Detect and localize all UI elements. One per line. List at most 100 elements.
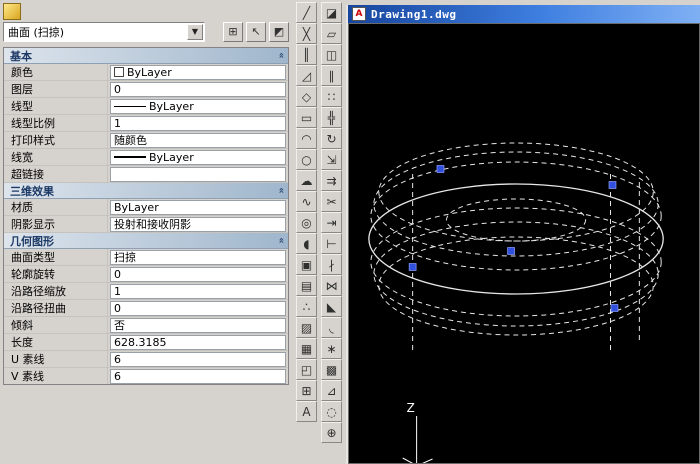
grip-point[interactable] [508, 248, 515, 255]
join-icon[interactable]: ⋈ [321, 275, 342, 296]
make-block-icon[interactable]: ▤ [296, 275, 317, 296]
ucs-icon[interactable]: ⊿ [321, 380, 342, 401]
property-value-text: 0 [114, 83, 121, 96]
chamfer-icon[interactable]: ◣ [321, 296, 342, 317]
torus-wireframe-ellipse [374, 152, 658, 256]
rectangle-icon[interactable]: ▭ [296, 107, 317, 128]
object-type-dropdown[interactable]: 曲面 (扫掠) ▼ [3, 22, 205, 42]
gradient-icon[interactable]: ▦ [296, 338, 317, 359]
property-row: 材质ByLayer [4, 199, 288, 216]
quickcalc-icon[interactable]: ▩ [321, 359, 342, 380]
break-icon[interactable]: ∤ [321, 254, 342, 275]
pan-icon[interactable]: ⊕ [321, 422, 342, 443]
application-window: 曲面 (扫掠) ▼ ⊞↖◩ 基本«颜色ByLayer图层0线型ByLayer线型… [0, 0, 700, 464]
collapse-chevron-icon[interactable]: « [275, 237, 286, 243]
line-icon[interactable]: ╱ [296, 2, 317, 23]
toggle-pickadd-button[interactable]: ⊞ [223, 22, 243, 42]
array-icon[interactable]: ∷ [321, 86, 342, 107]
move-icon[interactable]: ╬ [321, 107, 342, 128]
mtext-icon[interactable]: A [296, 401, 317, 422]
ellipse-icon[interactable]: ◎ [296, 212, 317, 233]
property-value[interactable]: 随颜色 [110, 133, 286, 148]
collapse-chevron-icon[interactable]: « [275, 187, 286, 193]
construction-line-icon[interactable]: ╳ [296, 23, 317, 44]
ellipse-arc-icon[interactable]: ◖ [296, 233, 317, 254]
property-row: 曲面类型扫掠 [4, 249, 288, 266]
collapse-chevron-icon[interactable]: « [275, 52, 286, 58]
property-value[interactable]: 628.3185 [110, 335, 286, 350]
linetype-sample [114, 106, 146, 107]
property-value[interactable]: 1 [110, 116, 286, 131]
insert-block-icon[interactable]: ▣ [296, 254, 317, 275]
select-objects-button[interactable]: ↖ [246, 22, 266, 42]
zoom-icon[interactable]: ◌ [321, 401, 342, 422]
region-icon[interactable]: ◰ [296, 359, 317, 380]
property-value-text: 随颜色 [114, 133, 147, 148]
property-row: 倾斜否 [4, 317, 288, 334]
chevron-down-icon[interactable]: ▼ [187, 24, 203, 40]
property-label: 轮廓旋转 [4, 266, 108, 282]
arc-icon[interactable]: ◠ [296, 128, 317, 149]
mirror-icon[interactable]: ◫ [321, 44, 342, 65]
toolbar-draw: ╱╳║◿◇▭◠○☁∿◎◖▣▤∴▨▦◰⊞A [296, 2, 319, 422]
property-label: V 素线 [4, 368, 108, 384]
table-icon[interactable]: ⊞ [296, 380, 317, 401]
quick-select-button[interactable]: ◩ [269, 22, 289, 42]
property-value[interactable]: 扫掠 [110, 250, 286, 265]
property-value-text: 扫掠 [114, 250, 136, 265]
circle-icon[interactable]: ○ [296, 149, 317, 170]
copy-icon[interactable]: ▱ [321, 23, 342, 44]
erase-icon[interactable]: ◪ [321, 2, 342, 23]
grip-point[interactable] [611, 305, 618, 312]
scale-icon[interactable]: ⇲ [321, 149, 342, 170]
property-label: 阴影显示 [4, 216, 108, 232]
property-value[interactable]: ByLayer [110, 65, 286, 80]
stretch-icon[interactable]: ⇉ [321, 170, 342, 191]
property-row: 轮廓旋转0 [4, 266, 288, 283]
property-label: 材质 [4, 199, 108, 215]
drawing-canvas[interactable]: Z [348, 23, 700, 464]
spline-icon[interactable]: ∿ [296, 191, 317, 212]
property-value[interactable]: 1 [110, 284, 286, 299]
point-icon[interactable]: ∴ [296, 296, 317, 317]
app-icon[interactable] [3, 3, 21, 20]
offset-icon[interactable]: ∥ [321, 65, 342, 86]
break-at-point-icon[interactable]: ⊢ [321, 233, 342, 254]
property-value-text: ByLayer [149, 151, 194, 164]
explode-icon[interactable]: ∗ [321, 338, 342, 359]
property-value[interactable]: 投射和接收阴影 [110, 217, 286, 232]
property-row: 超链接 [4, 166, 288, 183]
property-value[interactable]: 6 [110, 369, 286, 384]
property-value[interactable]: 6 [110, 352, 286, 367]
property-row: 线型ByLayer [4, 98, 288, 115]
section-header[interactable]: 三维效果« [4, 183, 288, 199]
property-value[interactable]: 否 [110, 318, 286, 333]
property-value[interactable]: 0 [110, 267, 286, 282]
revision-cloud-icon[interactable]: ☁ [296, 170, 317, 191]
property-value[interactable] [110, 167, 286, 182]
linetype-sample [114, 156, 146, 158]
drawing-titlebar[interactable]: A Drawing1.dwg [348, 5, 700, 23]
polygon-icon[interactable]: ◇ [296, 86, 317, 107]
property-value[interactable]: ByLayer [110, 99, 286, 114]
property-value-text: ByLayer [127, 66, 172, 79]
multiline-icon[interactable]: ║ [296, 44, 317, 65]
fillet-icon[interactable]: ◟ [321, 317, 342, 338]
hatch-icon[interactable]: ▨ [296, 317, 317, 338]
torus-wireframe-ellipse [379, 237, 653, 335]
trim-icon[interactable]: ✂ [321, 191, 342, 212]
grip-point[interactable] [609, 182, 616, 189]
property-row: 长度628.3185 [4, 334, 288, 351]
property-value[interactable]: ByLayer [110, 150, 286, 165]
rotate-icon[interactable]: ↻ [321, 128, 342, 149]
extend-icon[interactable]: ⇥ [321, 212, 342, 233]
property-value[interactable]: 0 [110, 82, 286, 97]
section-header[interactable]: 几何图形« [4, 233, 288, 249]
property-value-text: 6 [114, 370, 121, 383]
grip-point[interactable] [409, 264, 416, 271]
section-header[interactable]: 基本« [4, 48, 288, 64]
grip-point[interactable] [437, 166, 444, 173]
property-value[interactable]: ByLayer [110, 200, 286, 215]
polyline-icon[interactable]: ◿ [296, 65, 317, 86]
property-value[interactable]: 0 [110, 301, 286, 316]
